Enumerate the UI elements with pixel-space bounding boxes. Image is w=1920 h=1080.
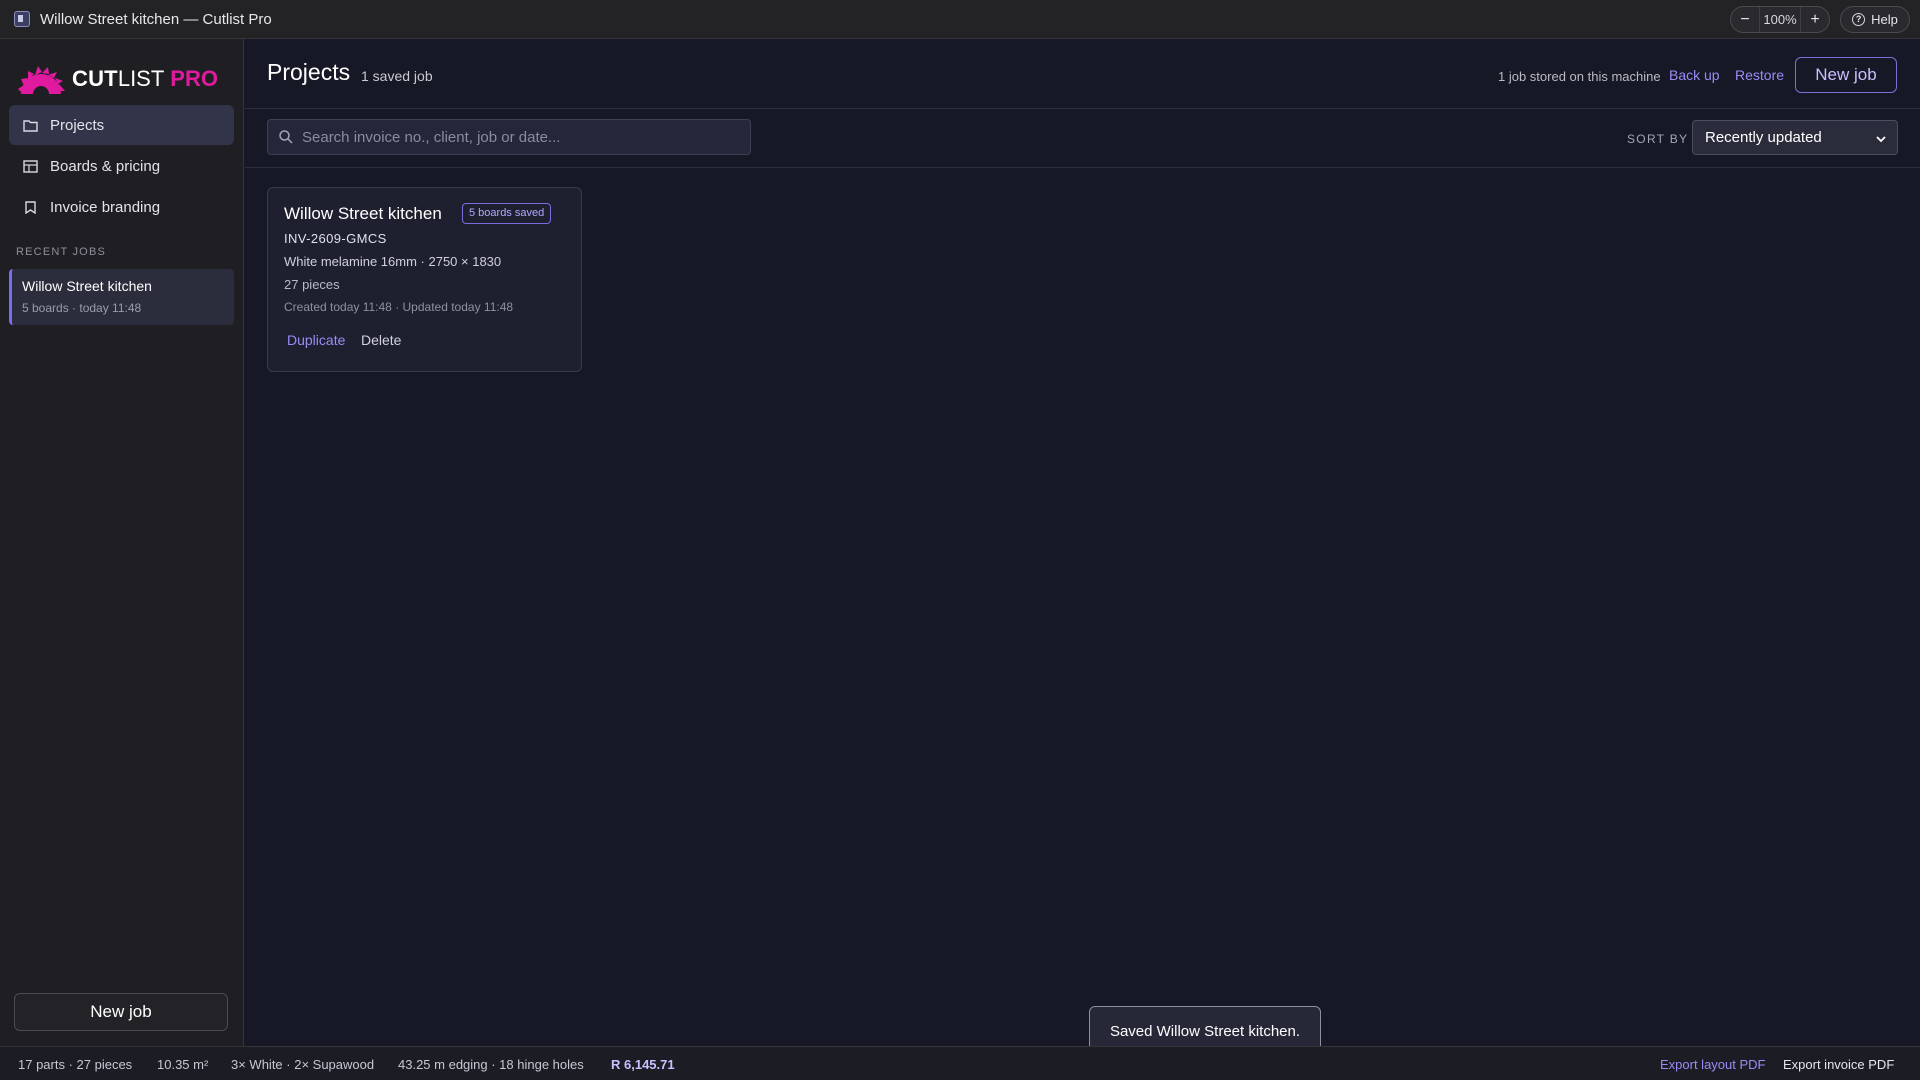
help-button[interactable]: ? Help [1840,6,1910,33]
backup-button[interactable]: Back up [1669,67,1720,83]
sidebar-item-label: Boards & pricing [50,157,161,175]
project-dates: Created today 11:48 · Updated today 11:4… [284,300,514,314]
projects-toolbar: SORT BY Recently updated [245,110,1920,168]
export-layout-pdf-button[interactable]: Export layout PDF [1660,1057,1766,1072]
status-edging: 43.25 m edging · 18 hinge holes [398,1057,584,1072]
status-total: R 6,145.71 [611,1057,675,1072]
sort-label: SORT BY [1627,132,1689,146]
sort-select[interactable]: Recently updated [1692,120,1898,155]
saw-blade-icon [18,66,65,95]
project-card[interactable]: Willow Street kitchen 5 boards saved INV… [267,187,582,372]
bookmark-icon [23,200,38,214]
recent-job-name: Willow Street kitchen [22,278,152,294]
delete-button[interactable]: Delete [361,332,401,348]
help-icon: ? [1852,13,1866,26]
sidebar-item-label: Projects [50,116,105,134]
brand-logo: CUT LIST PRO [16,63,218,95]
storage-note: 1 job stored on this machine [1498,69,1661,84]
search-box[interactable] [267,119,751,155]
recent-job-item[interactable]: Willow Street kitchen 5 boards · today 1… [9,269,234,325]
saved-job-count: 1 saved job [361,68,433,84]
window-title: Willow Street kitchen — Cutlist Pro [40,10,272,28]
sidebar-new-job-button[interactable]: New job [14,993,228,1031]
zoom-out-button[interactable]: − [1731,11,1759,29]
chevron-down-icon [1875,132,1887,144]
piece-count: 27 pieces [284,277,340,292]
sidebar-item-label: Invoice branding [50,198,161,216]
status-area: 10.35 m² [157,1057,209,1072]
sort-value: Recently updated [1705,129,1822,146]
duplicate-button[interactable]: Duplicate [287,332,345,348]
title-bar: Willow Street kitchen — Cutlist Pro − 10… [0,0,1920,39]
brand-word-list: LIST [117,66,165,91]
page-title: Projects [267,59,351,85]
header-new-job-button[interactable]: New job [1795,57,1897,93]
status-parts: 17 parts · 27 pieces [18,1057,133,1072]
project-name: Willow Street kitchen [284,204,442,223]
restore-button[interactable]: Restore [1735,67,1784,83]
brand-word-cut: CUT [72,66,118,91]
recent-jobs-heading: RECENT JOBS [16,246,107,258]
folder-icon [23,119,38,132]
brand-word-pro: PRO [170,66,218,91]
table-icon [23,159,38,173]
search-input[interactable] [302,120,750,154]
invoice-number: INV-2609-GMCS [284,231,387,246]
main-content: Projects 1 saved job 1 job stored on thi… [245,39,1920,1056]
zoom-control: − 100% + [1730,6,1830,33]
boards-saved-badge: 5 boards saved [462,203,552,224]
status-bar: 17 parts · 27 pieces 10.35 m² 3× White ·… [0,1046,1920,1080]
zoom-level: 100% [1759,7,1801,32]
sidebar: CUT LIST PRO Projects Boards & pricing In… [0,39,244,1046]
sidebar-item-projects[interactable]: Projects [9,105,234,145]
zoom-in-button[interactable]: + [1801,11,1829,29]
board-material: White melamine 16mm · 2750 × 1830 [284,254,502,269]
recent-job-meta: 5 boards · today 11:48 [22,301,142,315]
app-icon [14,11,30,27]
search-icon [278,129,294,145]
page-header: Projects 1 saved job 1 job stored on thi… [245,39,1920,109]
status-boards: 3× White · 2× Supawood [231,1057,375,1072]
sidebar-item-invoice-branding[interactable]: Invoice branding [9,187,234,227]
sidebar-item-boards-pricing[interactable]: Boards & pricing [9,146,234,186]
export-invoice-pdf-button[interactable]: Export invoice PDF [1783,1057,1894,1072]
help-label: Help [1871,12,1898,27]
